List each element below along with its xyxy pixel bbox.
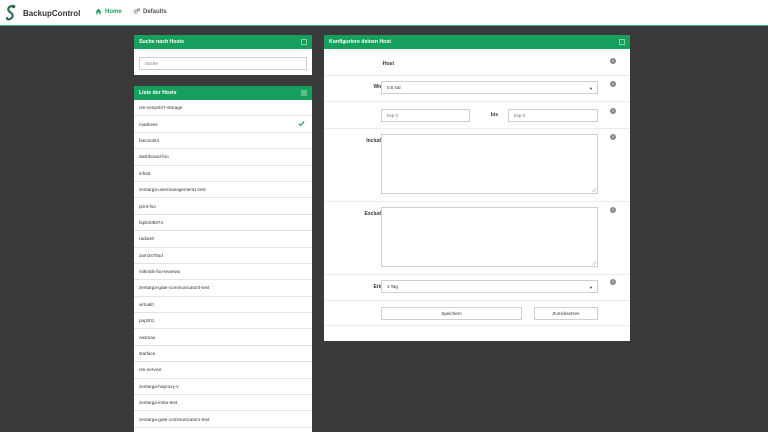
host-list-item[interactable]: zentarga-usermanagement1-test <box>134 182 312 199</box>
nav-home[interactable]: Home <box>95 8 122 15</box>
resize-grip-icon[interactable] <box>592 188 596 192</box>
info-icon[interactable]: i <box>610 279 616 285</box>
host-name: zentarga-insta-test <box>139 400 178 406</box>
info-icon[interactable]: i <box>610 207 616 213</box>
host-value: - <box>382 61 384 67</box>
host-name: madness <box>139 121 158 127</box>
list-icon[interactable] <box>301 90 307 96</box>
gears-icon <box>133 8 140 14</box>
host-list-item[interactable]: radius0 <box>134 231 312 248</box>
host-list-item[interactable]: nm-zenpolo7-storage <box>134 100 312 117</box>
remind-select[interactable]: 1 Tag ▼ <box>381 280 598 293</box>
config-panel-title: Konfiguriere deinen Host <box>329 39 391 45</box>
hosts-panel: Liste der Hosts nm-zenpolo7-storage madne… <box>134 86 312 432</box>
info-icon[interactable]: i <box>610 58 616 64</box>
host-list-item[interactable]: pap201 <box>134 313 312 330</box>
host-name: nm-zenpolo7-storage <box>139 105 183 111</box>
host-name: zentarga-haproxy-v <box>139 383 179 389</box>
search-panel-header: Suche nach Hosts <box>134 35 312 49</box>
host-name: infra3 <box>139 170 151 176</box>
exclude-list-textarea[interactable] <box>381 207 598 267</box>
host-list-item[interactable]: zentarga-gate-communicator0-test <box>134 280 312 297</box>
host-name: nasmax <box>139 334 156 340</box>
info-icon[interactable]: i <box>610 134 616 140</box>
host-list-item[interactable]: infra3 <box>134 166 312 182</box>
config-panel: Konfiguriere deinen Host Host - i Wie Of… <box>324 35 630 341</box>
top-navbar: BackupControl Home Defaults <box>0 0 768 26</box>
host-name: dashboard-foo <box>139 154 169 160</box>
search-input[interactable] <box>139 57 307 70</box>
host-label: Host <box>382 61 394 67</box>
host-name: radius0 <box>139 236 155 242</box>
host-list-item[interactable]: fapk405074 <box>134 215 312 232</box>
frequency-select[interactable]: 0.5 std ▼ <box>381 81 598 94</box>
home-icon <box>95 8 102 15</box>
host-name: starface <box>139 351 156 357</box>
panel-toggle-icon[interactable] <box>619 39 625 45</box>
info-icon[interactable]: i <box>610 108 616 114</box>
host-name: print-foo <box>139 203 156 209</box>
host-name: zentarga-gate-communicator1-test <box>139 416 210 422</box>
chevron-down-icon: ▼ <box>589 86 593 91</box>
host-name: pap201 <box>139 318 155 324</box>
host-list-item[interactable]: zentarga-gate-communicator1-test <box>134 411 312 428</box>
resize-grip-icon[interactable] <box>592 261 596 265</box>
config-panel-header: Konfiguriere deinen Host <box>324 35 630 49</box>
to-label: bis <box>490 112 498 118</box>
host-list-item[interactable]: fancool24 <box>134 133 312 150</box>
host-list-item[interactable]: nasmax <box>134 329 312 346</box>
host-name: fancool24 <box>139 137 159 143</box>
check-icon <box>298 121 305 127</box>
hosts-panel-header: Liste der Hosts <box>134 86 312 100</box>
host-list-item[interactable]: madness <box>134 116 312 133</box>
nav-home-label: Home <box>105 8 122 15</box>
host-list-item[interactable]: zam347bsd <box>134 248 312 264</box>
reset-button[interactable]: Zurücksetzen <box>534 307 598 320</box>
nav-defaults-label: Defaults <box>143 8 167 15</box>
include-list-textarea[interactable] <box>381 134 598 194</box>
host-list-item[interactable]: print-foo <box>134 198 312 215</box>
host-name: zam347bsd <box>139 252 163 258</box>
search-panel-title: Suche nach Hosts <box>139 39 184 45</box>
host-list-item[interactable]: virtual0 <box>134 297 312 314</box>
snake-logo-icon <box>5 4 16 21</box>
host-name: virtual0 <box>139 301 154 307</box>
remind-select-value: 1 Tag <box>387 284 398 289</box>
host-name: zentarga-usermanagement1-test <box>139 187 206 193</box>
panel-toggle-icon[interactable] <box>301 39 307 45</box>
info-icon[interactable]: i <box>610 81 616 87</box>
host-list-item[interactable]: zentarga-haproxy-v <box>134 379 312 396</box>
host-list-item[interactable]: starface <box>134 346 312 363</box>
nav-defaults[interactable]: Defaults <box>133 8 167 15</box>
save-button[interactable]: Speichern <box>381 307 522 320</box>
host-list-item[interactable]: dashboard-foo <box>134 149 312 166</box>
host-name: mikrotik-foo-teamwo <box>139 269 181 275</box>
host-name: fapk405074 <box>139 219 164 225</box>
brand-name: BackupControl <box>23 8 81 18</box>
brand[interactable]: BackupControl <box>4 3 80 23</box>
host-list-item[interactable]: zentarga-insta-test <box>134 395 312 412</box>
host-list-item[interactable]: nm-service <box>134 362 312 379</box>
host-list: nm-zenpolo7-storage madness fancool24 dashb… <box>134 100 312 428</box>
to-input[interactable] <box>508 109 598 122</box>
host-name: zentarga-gate-communicator0-test <box>139 285 210 291</box>
search-panel: Suche nach Hosts <box>134 35 312 75</box>
from-input[interactable] <box>381 109 470 122</box>
host-list-item[interactable]: mikrotik-foo-teamwo <box>134 264 312 281</box>
host-name: nm-service <box>139 367 162 373</box>
chevron-down-icon: ▼ <box>589 285 593 290</box>
hosts-panel-title: Liste der Hosts <box>139 90 177 96</box>
frequency-select-value: 0.5 std <box>387 85 401 90</box>
